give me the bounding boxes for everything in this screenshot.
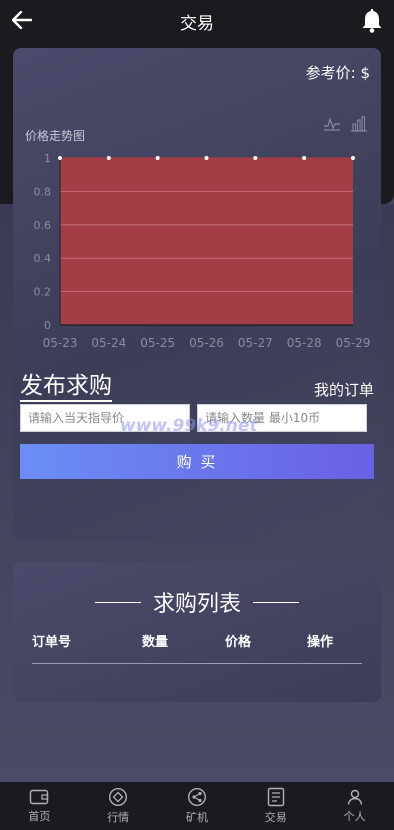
purchase-list-title: 求购列表 — [152, 592, 241, 617]
title-divider-left — [94, 601, 141, 603]
x-tick-label: 05-23 — [43, 336, 78, 350]
bell-icon — [362, 9, 382, 33]
tab-market-label: 行情 — [107, 811, 130, 824]
column-header-order-no: 订单号 — [32, 635, 72, 650]
tab-profile-label: 个人 — [343, 810, 366, 823]
column-header-price: 价格 — [225, 635, 252, 650]
data-point — [351, 156, 355, 160]
y-tick-label: 0.2 — [34, 286, 52, 299]
x-tick-label: 05-27 — [238, 336, 273, 350]
chart-title: 价格走势图 — [25, 129, 86, 143]
column-header-action: 操作 — [307, 635, 334, 650]
data-point — [155, 156, 160, 160]
x-tick-label: 05-29 — [336, 336, 371, 350]
tab-miner[interactable]: 矿机 — [158, 782, 237, 830]
x-tick-label: 05-25 — [140, 336, 175, 350]
y-tick-label: 0.4 — [34, 252, 52, 265]
trade-icon — [267, 787, 284, 807]
publish-title: 发布求购 — [20, 372, 112, 402]
tab-market[interactable]: 行情 — [79, 782, 158, 830]
arrow-left-icon — [12, 11, 32, 29]
market-icon — [109, 787, 128, 807]
y-tick-label: 0.6 — [34, 219, 52, 232]
x-tick-label: 05-24 — [91, 336, 126, 350]
watermark: www.99k9.net — [120, 416, 258, 436]
x-tick-label: 05-26 — [189, 336, 224, 350]
price-chart: 0 0.2 0.4 0.6 0.8 1 05-23 05-24 05-25 05-26 05-27 0… — [34, 152, 371, 350]
wallet-icon — [30, 789, 49, 805]
title-divider-right — [253, 601, 299, 603]
data-point — [253, 156, 258, 160]
bottom-tab-bar: 首页 行情 矿机 交易 个人 — [0, 782, 394, 830]
tab-trade[interactable]: 交易 — [236, 782, 315, 830]
buy-button[interactable]: 购 买 — [20, 444, 374, 479]
profile-icon — [347, 789, 362, 805]
column-header-quantity: 数量 — [142, 635, 169, 650]
x-tick-label: 05-28 — [287, 336, 322, 350]
data-point — [204, 156, 209, 160]
tab-home[interactable]: 首页 — [0, 782, 79, 830]
y-tick-label: 1 — [44, 152, 51, 165]
tab-home-label: 首页 — [28, 810, 51, 823]
bar-chart-icon[interactable] — [350, 116, 368, 132]
my-orders-link[interactable]: 我的订单 — [314, 379, 374, 400]
tab-trade-label: 交易 — [264, 811, 287, 824]
app-header: 交易 — [0, 0, 394, 42]
data-point — [106, 156, 111, 160]
data-point — [302, 156, 307, 160]
notification-button[interactable] — [358, 6, 386, 36]
price-area — [60, 158, 353, 325]
line-chart-icon[interactable] — [323, 116, 341, 132]
back-button[interactable] — [8, 6, 36, 34]
miner-icon — [187, 787, 206, 807]
purchase-list-header: 求购列表 — [0, 586, 394, 618]
page-title: 交易 — [180, 13, 214, 34]
reference-price: 参考价: $ — [305, 64, 370, 82]
table-divider — [32, 663, 362, 664]
tab-miner-label: 矿机 — [185, 811, 208, 824]
y-tick-label: 0.8 — [34, 185, 52, 198]
data-point — [58, 156, 62, 160]
tab-profile[interactable]: 个人 — [315, 782, 394, 830]
y-tick-label: 0 — [44, 319, 51, 332]
